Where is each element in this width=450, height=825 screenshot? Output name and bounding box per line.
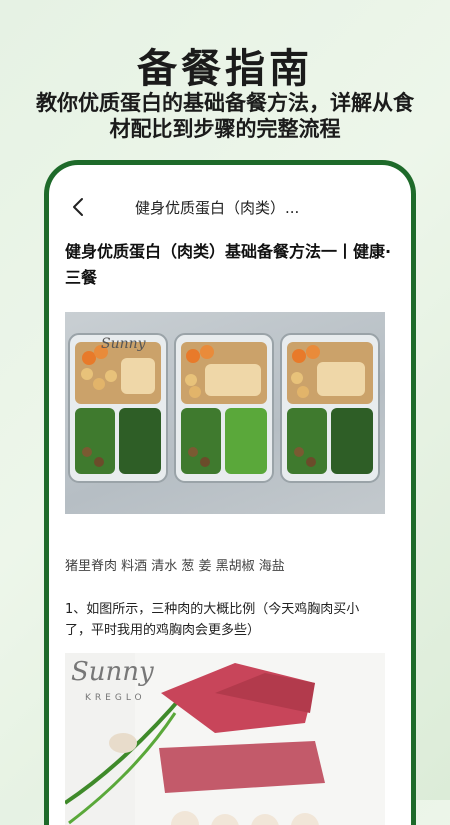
- nav-title: 健身优质蛋白（肉类）...: [135, 199, 300, 217]
- chevron-left-icon[interactable]: [67, 195, 91, 219]
- phone-frame: 健身优质蛋白（肉类）... 健身优质蛋白（肉类）基础备餐方法一丨健康·三餐 Su…: [44, 160, 416, 825]
- container-3: [280, 333, 380, 483]
- article-title: 健身优质蛋白（肉类）基础备餐方法一丨健康·三餐: [65, 242, 392, 287]
- nav-bar: 健身优质蛋白（肉类）...: [49, 187, 411, 227]
- meat-watermark-sub: KREGLO: [85, 693, 146, 703]
- step-text: 1、如图所示，三种肉的大概比例（今天鸡胸肉买小了，平时我用的鸡胸肉会更多些）: [65, 602, 360, 638]
- meal-prep-image: Sunny: [65, 312, 385, 514]
- hero-title: 备餐指南: [137, 46, 313, 92]
- hero-subtitle: 教你优质蛋白的基础备餐方法，详解从食材配比到步骤的完整流程: [36, 91, 414, 141]
- container-2: [174, 333, 274, 483]
- meal-prep-watermark: Sunny: [101, 336, 146, 352]
- meat-watermark: Sunny: [71, 657, 154, 687]
- container-1: [68, 333, 168, 483]
- meat-image: Sunny KREGLO: [65, 653, 385, 825]
- ingredients-list: 猪里脊肉 料酒 清水 葱 姜 黑胡椒 海盐: [65, 559, 285, 574]
